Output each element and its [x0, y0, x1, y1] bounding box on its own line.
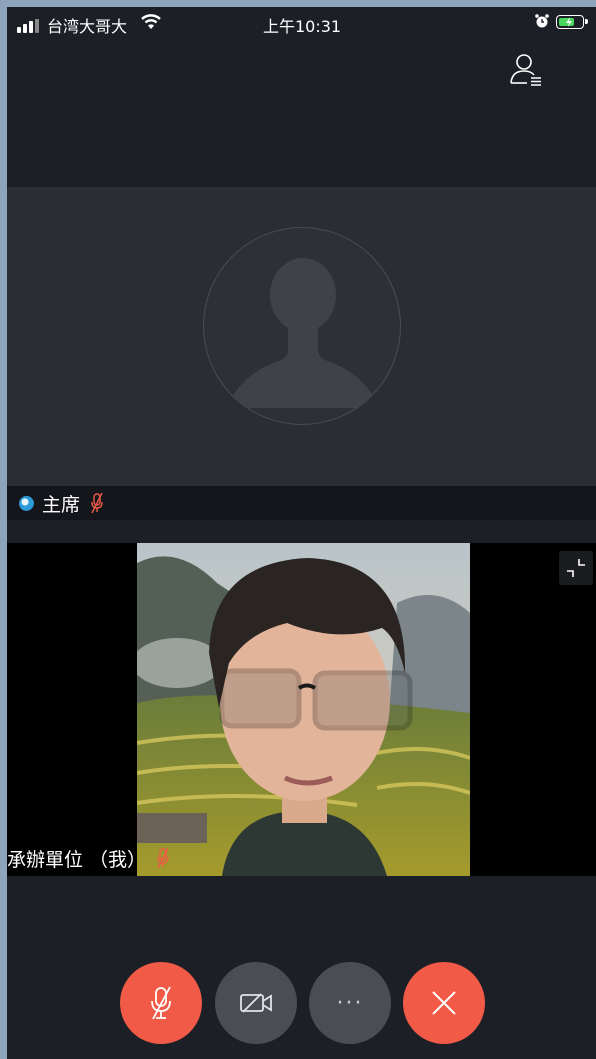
self-name: 承辦單位 （我）	[7, 848, 147, 871]
default-avatar-icon	[203, 227, 401, 425]
battery-icon	[556, 15, 588, 29]
alarm-icon	[535, 14, 549, 28]
shrink-icon[interactable]	[559, 551, 593, 585]
host-name: 主席	[42, 493, 81, 516]
charging-bolt-icon	[566, 17, 572, 27]
status-bar: 台湾大哥大 上午10:31	[7, 7, 596, 41]
signal-icon	[17, 19, 39, 33]
carrier-name: 台湾大哥大	[47, 17, 128, 36]
camera-off-icon	[240, 993, 272, 1013]
self-camera-feed	[137, 543, 470, 876]
mic-muted-icon	[151, 986, 171, 1020]
wifi-icon	[141, 14, 161, 29]
hangup-button[interactable]	[403, 962, 485, 1044]
status-time: 上午10:31	[263, 17, 342, 36]
self-name-bar: 承辦單位 （我）	[7, 840, 170, 876]
participants-list-icon[interactable]	[507, 51, 547, 91]
mute-button[interactable]	[120, 962, 202, 1044]
battery-tip	[585, 19, 588, 24]
host-name-bar: 主席	[7, 486, 596, 520]
self-video-tile[interactable]: 承辦單位 （我）	[7, 543, 596, 876]
self-mic-muted-icon	[157, 847, 169, 869]
hangup-x-icon	[432, 991, 456, 1015]
more-button[interactable]: ···	[309, 962, 391, 1044]
camera-button[interactable]	[215, 962, 297, 1044]
host-video-tile[interactable]: 主席	[7, 187, 596, 520]
meeting-screen: 台湾大哥大 上午10:31 主席 承辦單位 （我） ···	[7, 7, 596, 1059]
call-controls: ···	[7, 962, 596, 1044]
host-badge-icon	[19, 495, 34, 511]
mic-muted-icon	[91, 492, 103, 514]
